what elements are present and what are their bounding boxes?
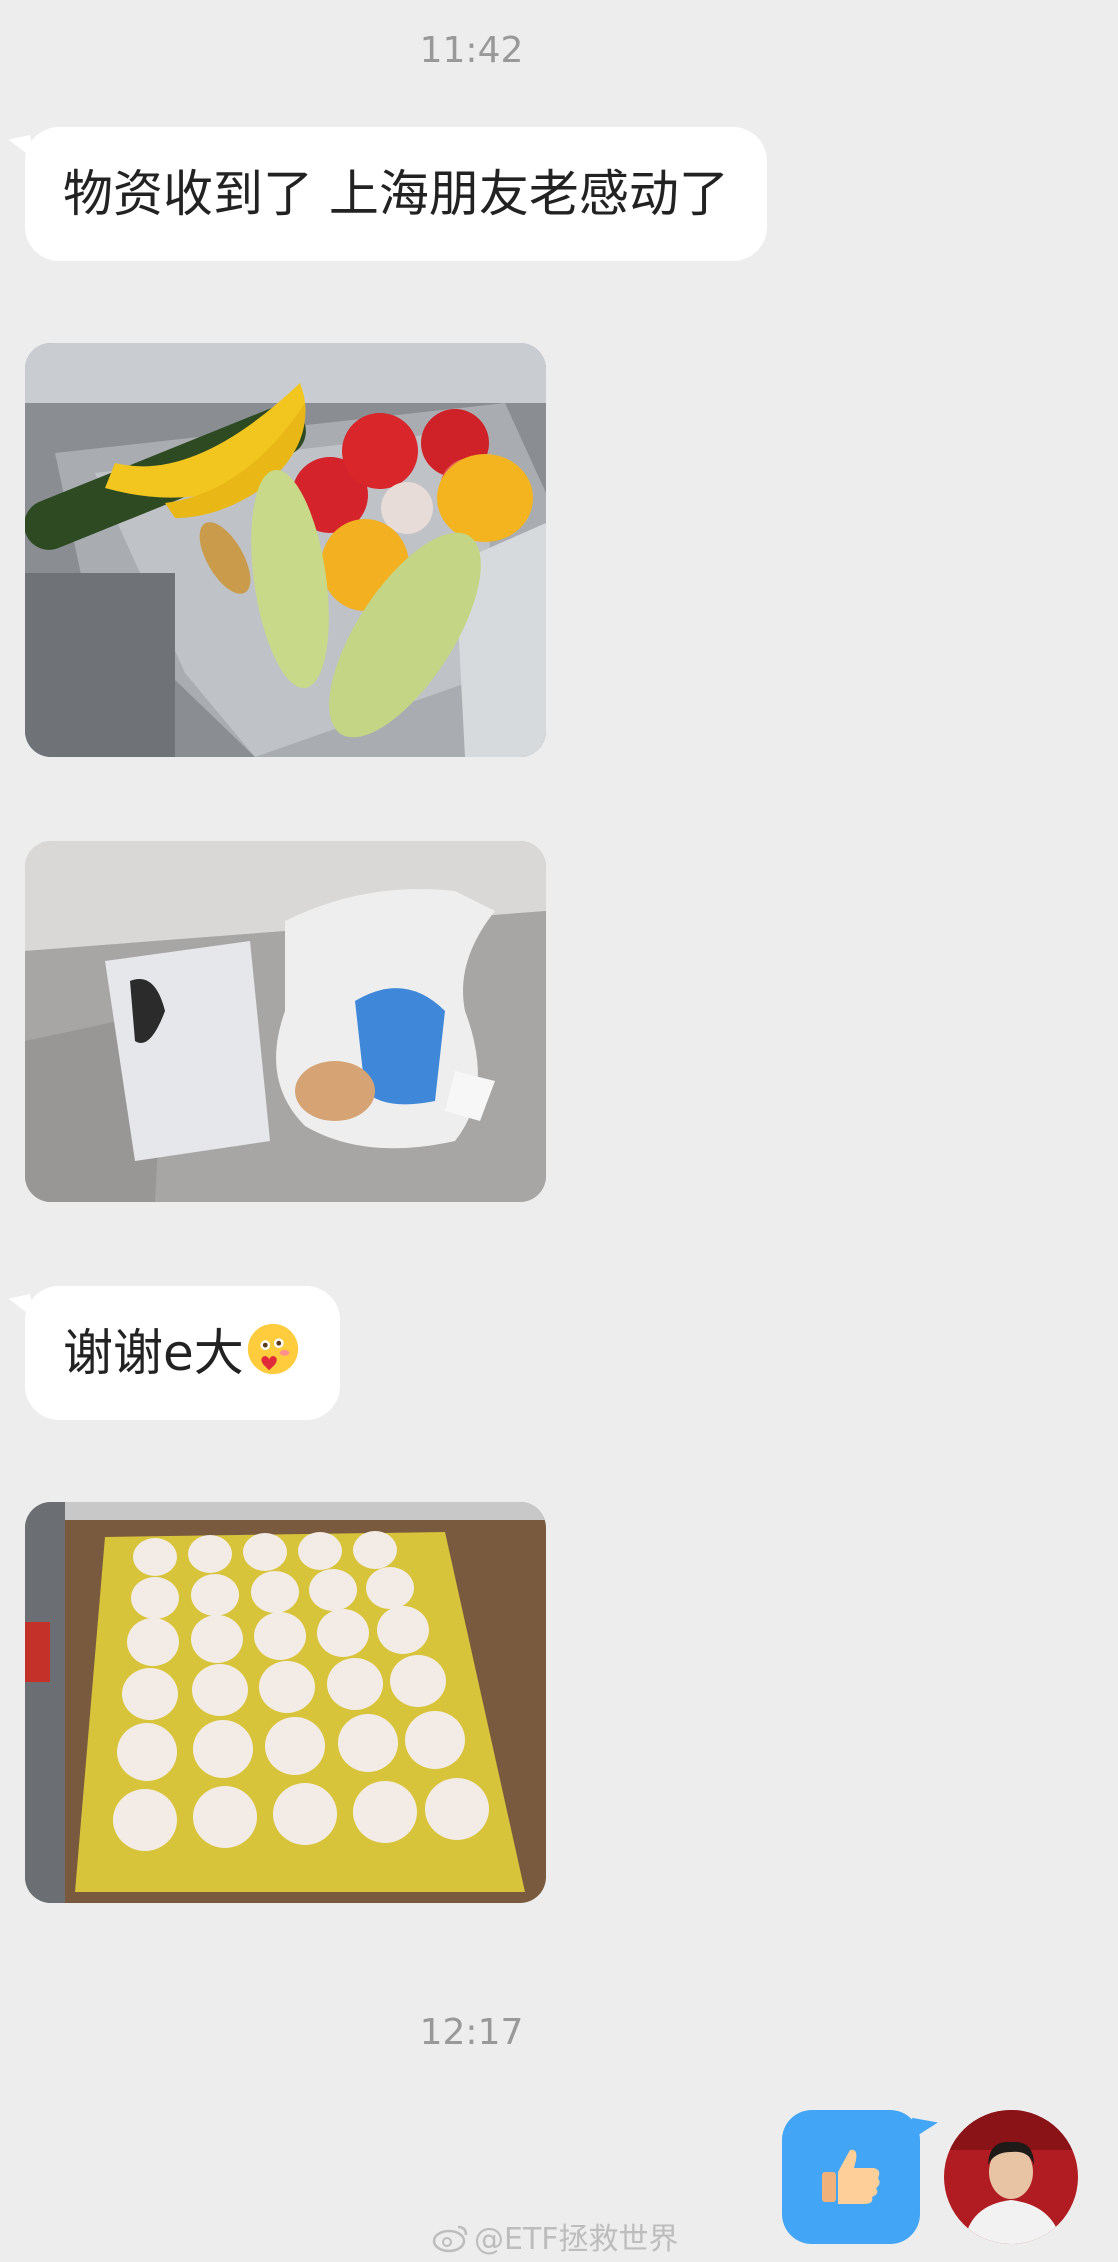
delivery-bags-photo [25, 841, 546, 1202]
incoming-text-message[interactable]: 物资收到了 上海朋友老感动了 [25, 127, 767, 261]
message-text: 物资收到了 上海朋友老感动了 [63, 165, 729, 223]
image-message-eggs[interactable] [25, 1502, 546, 1903]
outgoing-emoji-message[interactable] [782, 2110, 920, 2244]
watermark-text: @ETF拯救世界 [474, 2222, 679, 2257]
vegetables-fruits-photo [25, 343, 546, 757]
timestamp-1142: 11:42 [419, 30, 524, 71]
message-text: 谢谢e大 [63, 1324, 244, 1382]
user-avatar[interactable] [944, 2110, 1078, 2244]
timestamp-1217: 12:17 [419, 2012, 524, 2053]
weibo-watermark: @ETF拯救世界 [432, 2214, 679, 2258]
incoming-text-message-thanks[interactable]: 谢谢e大 [25, 1286, 340, 1420]
weibo-icon [432, 2225, 468, 2253]
thumbs-up-emoji-icon [822, 2149, 880, 2204]
avatar-photo [944, 2110, 1078, 2244]
image-message-delivery-bags[interactable] [25, 841, 546, 1202]
shy-blushing-heart-emoji-icon [247, 1323, 298, 1375]
eggs-tray-photo [25, 1502, 546, 1903]
image-message-vegetables-fruits[interactable] [25, 343, 546, 757]
